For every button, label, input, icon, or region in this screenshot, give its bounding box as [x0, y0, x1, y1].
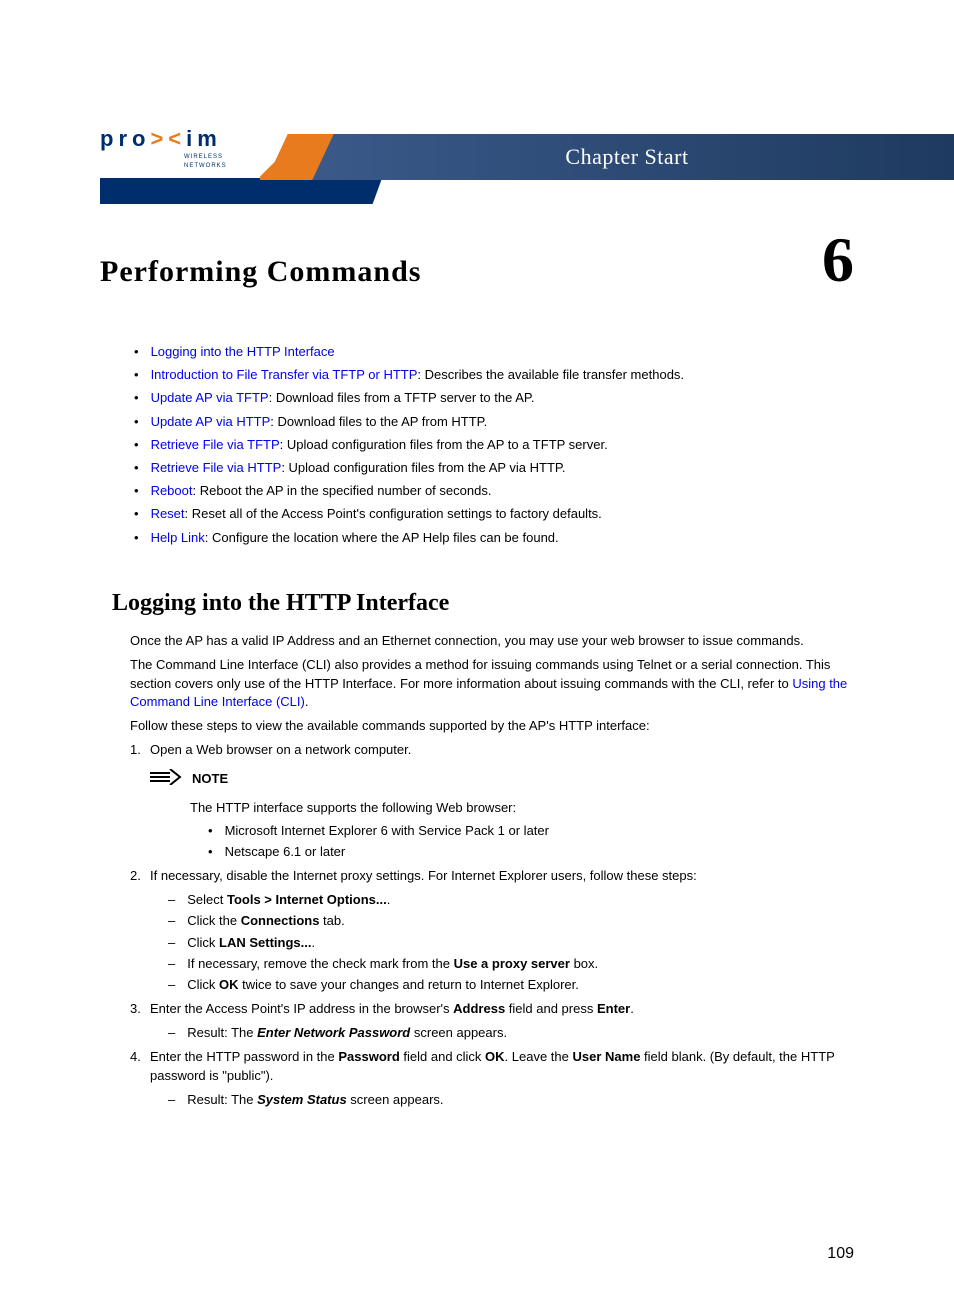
- toc-item: Reset: Reset all of the Access Point's c…: [152, 505, 854, 523]
- brand-arrow-icon: ><: [150, 126, 186, 151]
- list-item: Click LAN Settings....: [168, 934, 854, 952]
- paragraph: Follow these steps to view the available…: [130, 717, 854, 735]
- list-item: Select Tools > Internet Options....: [168, 891, 854, 909]
- header-rule: [0, 178, 954, 204]
- steps-list: 1. Open a Web browser on a network compu…: [130, 741, 854, 759]
- steps-list: 2. If necessary, disable the Internet pr…: [130, 867, 854, 885]
- substeps: Select Tools > Internet Options.... Clic…: [168, 891, 854, 994]
- content-body: Logging into the HTTP Interface Introduc…: [0, 293, 954, 1109]
- toc-item: Retrieve File via TFTP: Upload configura…: [152, 436, 854, 454]
- step-item: 4. Enter the HTTP password in the Passwo…: [130, 1048, 854, 1084]
- note-block: NOTE: [150, 765, 854, 793]
- list-item: Result: The System Status screen appears…: [168, 1091, 854, 1109]
- chapter-title: Performing Commands: [100, 251, 421, 293]
- toc-item: Logging into the HTTP Interface: [152, 343, 854, 361]
- list-item: Netscape 6.1 or later: [208, 843, 854, 861]
- page-header: pro><im WIRELESS NETWORKS Chapter Start: [0, 80, 954, 180]
- note-body: The HTTP interface supports the followin…: [190, 799, 854, 817]
- toc-link[interactable]: Help Link: [151, 530, 205, 545]
- banner-label: Chapter Start: [565, 142, 688, 173]
- toc-link[interactable]: Retrieve File via TFTP: [151, 437, 280, 452]
- steps-list: 3. Enter the Access Point's IP address i…: [130, 1000, 854, 1018]
- banner: Chapter Start: [260, 134, 954, 180]
- step-item: 2. If necessary, disable the Internet pr…: [130, 867, 854, 885]
- toc-link[interactable]: Reset: [151, 506, 185, 521]
- toc-link[interactable]: Reboot: [151, 483, 193, 498]
- substeps: Result: The System Status screen appears…: [168, 1091, 854, 1109]
- toc-link[interactable]: Update AP via HTTP: [151, 414, 271, 429]
- list-item: Click OK twice to save your changes and …: [168, 976, 854, 994]
- toc-link[interactable]: Update AP via TFTP: [151, 390, 269, 405]
- paragraph: The Command Line Interface (CLI) also pr…: [130, 656, 854, 711]
- toc-link[interactable]: Retrieve File via HTTP: [151, 460, 282, 475]
- chapter-number: 6: [822, 234, 854, 285]
- paragraph: Once the AP has a valid IP Address and a…: [130, 632, 854, 650]
- toc-item: Reboot: Reboot the AP in the specified n…: [152, 482, 854, 500]
- toc-link[interactable]: Logging into the HTTP Interface: [151, 344, 335, 359]
- toc-link[interactable]: Introduction to File Transfer via TFTP o…: [151, 367, 418, 382]
- toc-list: Logging into the HTTP Interface Introduc…: [130, 343, 854, 547]
- toc-item: Update AP via TFTP: Download files from …: [152, 389, 854, 407]
- toc-item: Retrieve File via HTTP: Upload configura…: [152, 459, 854, 477]
- page-number: 109: [827, 1243, 854, 1265]
- note-bullets: Microsoft Internet Explorer 6 with Servi…: [208, 822, 854, 861]
- step-item: 3. Enter the Access Point's IP address i…: [130, 1000, 854, 1018]
- brand-logo: pro><im WIRELESS NETWORKS: [0, 124, 260, 180]
- brand-subtitle: WIRELESS NETWORKS: [184, 153, 260, 170]
- note-arrow-icon: [150, 765, 182, 793]
- list-item: If necessary, remove the check mark from…: [168, 955, 854, 973]
- toc-item: Introduction to File Transfer via TFTP o…: [152, 366, 854, 384]
- list-item: Result: The Enter Network Password scree…: [168, 1024, 854, 1042]
- section-heading: Logging into the HTTP Interface: [112, 587, 854, 621]
- brand-pre: pro: [100, 126, 150, 151]
- list-item: Click the Connections tab.: [168, 912, 854, 930]
- toc-item: Help Link: Configure the location where …: [152, 529, 854, 547]
- note-label: NOTE: [192, 770, 228, 788]
- steps-list: 4. Enter the HTTP password in the Passwo…: [130, 1048, 854, 1084]
- substeps: Result: The Enter Network Password scree…: [168, 1024, 854, 1042]
- list-item: Microsoft Internet Explorer 6 with Servi…: [208, 822, 854, 840]
- step-item: 1. Open a Web browser on a network compu…: [130, 741, 854, 759]
- brand-post: im: [186, 126, 222, 151]
- toc-item: Update AP via HTTP: Download files to th…: [152, 413, 854, 431]
